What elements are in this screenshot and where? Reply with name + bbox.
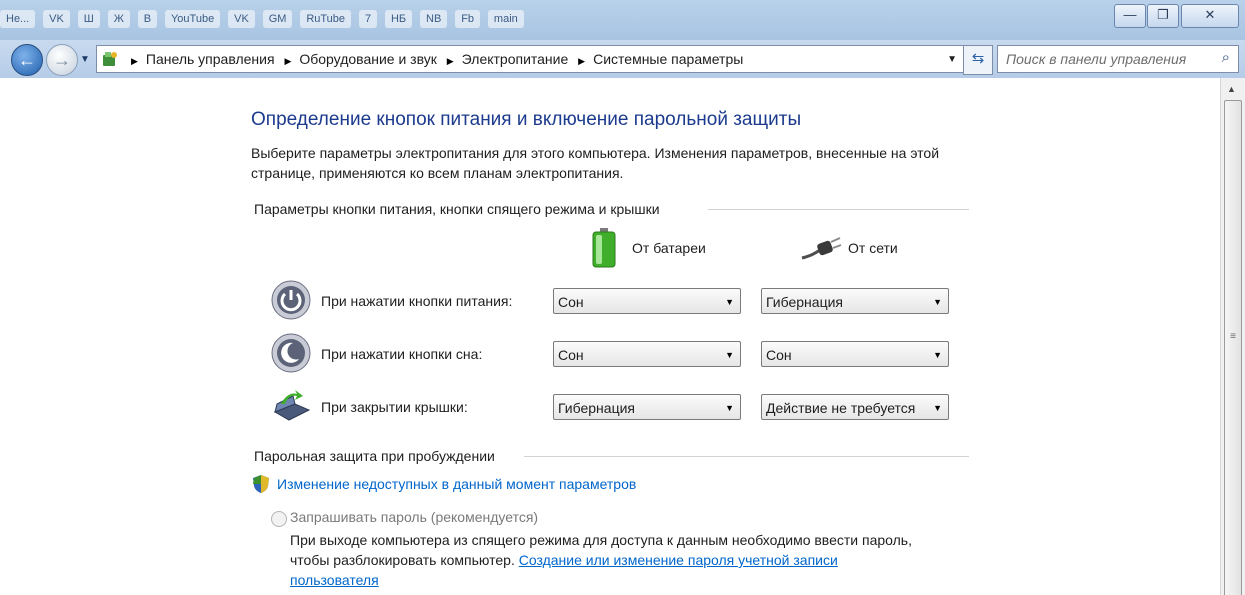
refresh-button[interactable]: ⇆: [963, 45, 993, 75]
title-bar: Не... VK Ш Ж В YouTube VK GM RuTube 7 НБ…: [0, 0, 1245, 40]
recent-pages-dropdown-icon[interactable]: ▼: [80, 54, 90, 65]
breadcrumb: ▶ Панель управления ▶ Оборудование и звук …: [125, 46, 743, 72]
sleep-button-ac-select[interactable]: Сон ▼: [761, 341, 949, 367]
minimize-icon: —: [1123, 7, 1137, 22]
search-icon[interactable]: ⌕: [1222, 49, 1230, 66]
power-button-ac-select[interactable]: Гибернация ▼: [761, 288, 949, 314]
close-button[interactable]: ✕: [1181, 4, 1239, 28]
require-password-radio[interactable]: [271, 511, 287, 527]
breadcrumb-item[interactable]: Системные параметры: [593, 51, 743, 67]
breadcrumb-separator-icon[interactable]: ▶: [284, 48, 291, 74]
browser-tab[interactable]: RuTube: [300, 10, 352, 28]
forward-arrow-icon: →: [53, 50, 71, 70]
navigation-bar: ← → ▼ ▶ Панель управления ▶ Оборудование и…: [0, 40, 1245, 78]
breadcrumb-separator-icon[interactable]: ▶: [447, 48, 454, 74]
change-unavailable-settings-link[interactable]: Изменение недоступных в данный момент па…: [277, 476, 636, 492]
refresh-icon: ⇆: [971, 50, 985, 67]
explorer-window: Не... VK Ш Ж В YouTube VK GM RuTube 7 НБ…: [0, 0, 1245, 595]
select-value: Сон: [558, 347, 584, 363]
uac-shield-icon: [253, 475, 269, 493]
chevron-down-icon: ▼: [933, 350, 942, 360]
section-divider: [708, 209, 969, 210]
sleep-button-label: При нажатии кнопки сна:: [321, 346, 483, 362]
minimize-button[interactable]: —: [1114, 4, 1146, 28]
select-value: Гибернация: [766, 294, 843, 310]
power-button-label: При нажатии кнопки питания:: [321, 293, 513, 309]
chevron-down-icon: ▼: [725, 350, 734, 360]
column-header-ac: От сети: [848, 240, 898, 256]
page-description: Выберите параметры электропитания для эт…: [251, 145, 940, 181]
forward-button[interactable]: →: [46, 44, 78, 76]
browser-tab[interactable]: VK: [43, 10, 70, 28]
power-button-icon: [271, 280, 311, 320]
browser-tab[interactable]: Ж: [107, 10, 130, 28]
section-divider: [524, 456, 969, 457]
select-value: Гибернация: [558, 400, 635, 416]
scroll-thumb[interactable]: ≡: [1224, 100, 1242, 595]
taskbar-tabs: Не... VK Ш Ж В YouTube VK GM RuTube 7 НБ…: [0, 8, 1105, 30]
search-input[interactable]: [1004, 49, 1208, 69]
search-box[interactable]: ⌕: [997, 45, 1239, 73]
address-history-dropdown-icon[interactable]: ▼: [947, 54, 957, 65]
scroll-up-icon[interactable]: ▲: [1227, 84, 1236, 94]
browser-tab[interactable]: 7: [358, 10, 378, 28]
breadcrumb-item[interactable]: Панель управления: [146, 51, 275, 67]
page-title: Определение кнопок питания и включение п…: [251, 109, 802, 130]
chevron-down-icon: ▼: [933, 297, 942, 307]
sleep-button-icon: [271, 333, 311, 373]
vertical-scrollbar[interactable]: ▲ ≡: [1220, 78, 1245, 595]
browser-tab[interactable]: НБ: [384, 10, 413, 28]
section-heading-buttons: Параметры кнопки питания, кнопки спящего…: [254, 201, 660, 217]
browser-tab[interactable]: Fb: [455, 10, 481, 28]
restore-button[interactable]: ❐: [1147, 4, 1179, 28]
close-icon: ✕: [1204, 7, 1216, 22]
select-value: Действие не требуется: [766, 400, 916, 416]
lid-close-battery-select[interactable]: Гибернация ▼: [553, 394, 741, 420]
laptop-lid-icon: [273, 390, 311, 421]
require-password-label: Запрашивать пароль (рекомендуется): [290, 509, 539, 525]
chevron-down-icon: ▼: [725, 403, 734, 413]
breadcrumb-separator-icon[interactable]: ▶: [131, 48, 138, 74]
browser-tab[interactable]: VK: [228, 10, 255, 28]
browser-tab[interactable]: YouTube: [164, 10, 221, 28]
select-value: Сон: [766, 347, 792, 363]
back-button[interactable]: ←: [11, 44, 43, 76]
section-heading-password: Парольная защита при пробуждении: [254, 448, 495, 464]
browser-tab[interactable]: В: [137, 10, 158, 28]
breadcrumb-item[interactable]: Оборудование и звук: [299, 51, 437, 67]
browser-tab[interactable]: Не...: [0, 10, 36, 28]
lid-close-label: При закрытии крышки:: [321, 399, 468, 415]
chevron-down-icon: ▼: [933, 403, 942, 413]
power-plug-icon: [801, 237, 842, 260]
chevron-down-icon: ▼: [725, 297, 734, 307]
breadcrumb-separator-icon[interactable]: ▶: [578, 48, 585, 74]
browser-tab[interactable]: main: [487, 10, 524, 28]
restore-icon: ❐: [1157, 7, 1169, 22]
sleep-button-battery-select[interactable]: Сон ▼: [553, 341, 741, 367]
lid-close-ac-select[interactable]: Действие не требуется ▼: [761, 394, 949, 420]
breadcrumb-item[interactable]: Электропитание: [462, 51, 569, 67]
power-button-battery-select[interactable]: Сон ▼: [553, 288, 741, 314]
column-header-battery: От батареи: [632, 240, 706, 256]
browser-tab[interactable]: GM: [262, 10, 293, 28]
address-bar[interactable]: ▶ Панель управления ▶ Оборудование и звук …: [96, 45, 964, 73]
select-value: Сон: [558, 294, 584, 310]
require-password-description: При выходе компьютера из спящего режима …: [290, 530, 930, 590]
back-arrow-icon: ←: [18, 50, 36, 70]
battery-icon: [592, 228, 616, 268]
browser-tab[interactable]: Ш: [77, 10, 100, 28]
browser-tab[interactable]: NB: [420, 10, 448, 28]
scroll-grip-icon: ≡: [1230, 331, 1236, 342]
control-panel-icon: [103, 52, 117, 66]
